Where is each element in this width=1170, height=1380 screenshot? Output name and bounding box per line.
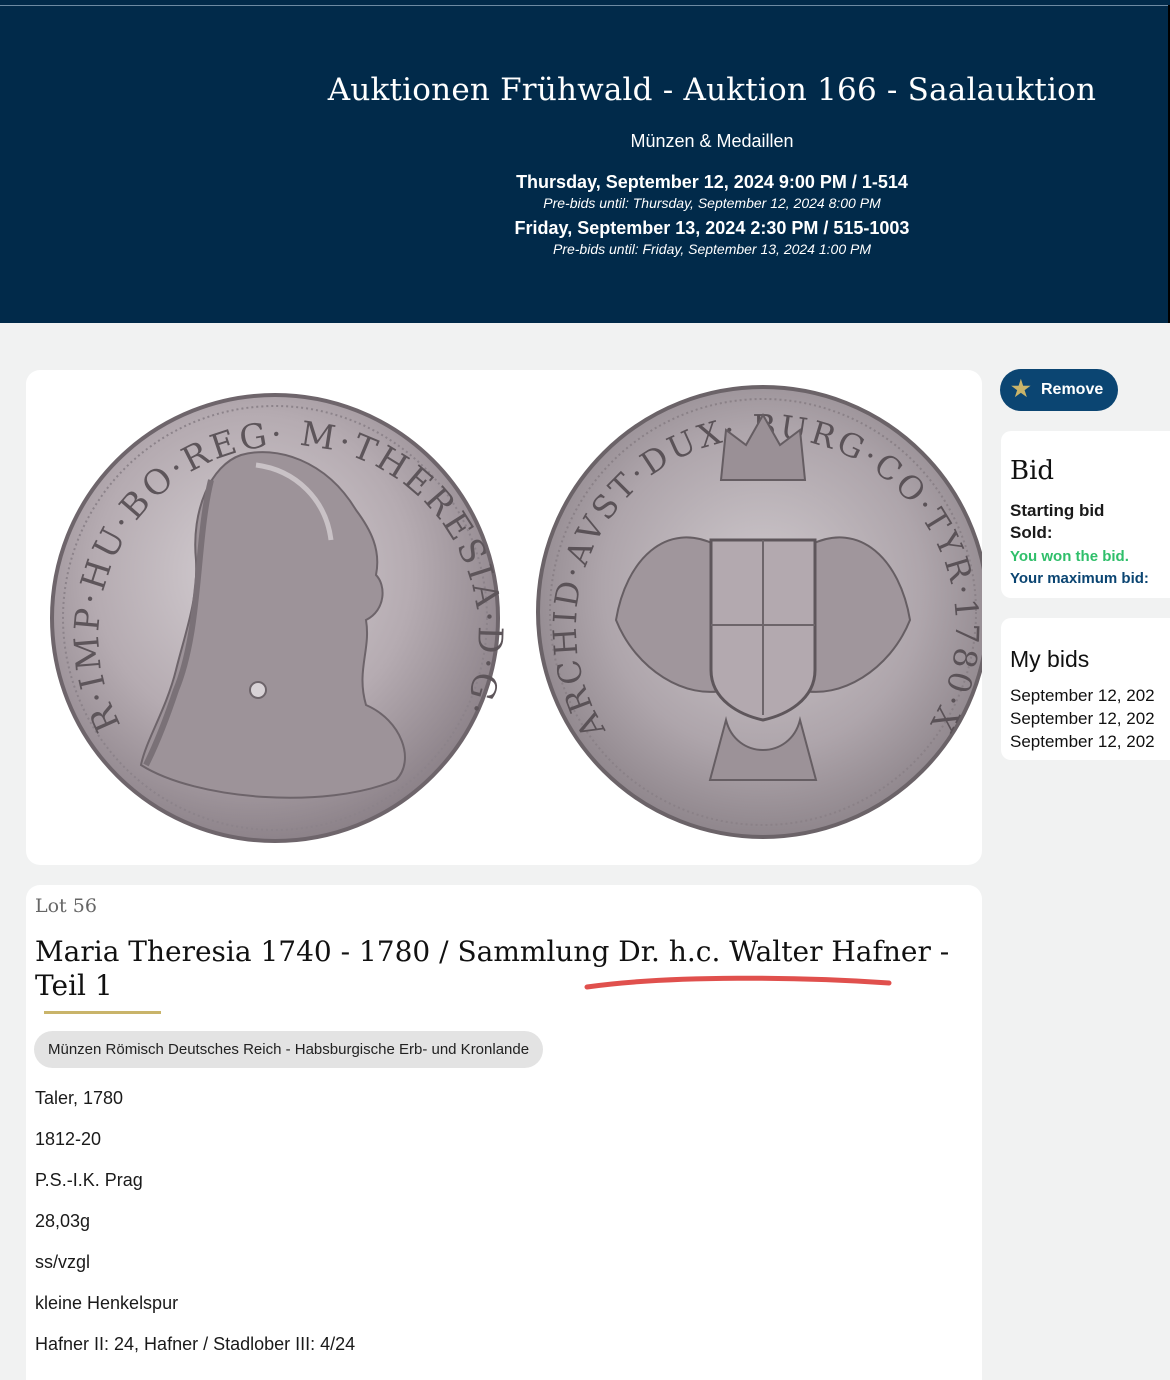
auction-subtitle: Münzen & Medaillen	[630, 131, 794, 151]
category-tag[interactable]: Münzen Römisch Deutsches Reich - Habsbur…	[34, 1031, 544, 1068]
session-1-date: Thursday, September 12, 2024 9:00 PM / 1…	[516, 172, 908, 192]
lot-image-card[interactable]: R·IMP·HU·BO·REG· M·THERESIA·D·G· ARCHID·…	[26, 370, 982, 865]
coin-image[interactable]: R·IMP·HU·BO·REG· M·THERESIA·D·G· ARCHID·…	[26, 370, 982, 865]
session-2-prebids: Pre-bids until: Friday, September 13, 20…	[552, 241, 871, 257]
auction-header: Auktionen Frühwald - Auktion 166 - Saala…	[0, 0, 1170, 323]
title-accent-underline	[44, 1011, 161, 1014]
detail-catalog-number: 1812-20	[35, 1129, 102, 1149]
remove-button-label: Remove	[1041, 381, 1104, 398]
star-icon: ★	[1011, 376, 1031, 401]
detail-reference: Hafner II: 24, Hafner / Stadlober III: 4…	[35, 1334, 356, 1354]
detail-denomination: Taler, 1780	[35, 1088, 124, 1108]
lot-details-card: Lot 56 Maria Theresia 1740 - 1780 / Samm…	[26, 885, 982, 1380]
bid-panel: Bid Starting bid Sold: You won the bid. …	[1001, 431, 1170, 598]
my-bid-entry: September 12, 202	[1010, 686, 1155, 705]
red-underline-annotation	[584, 975, 892, 990]
detail-remark: kleine Henkelspur	[35, 1293, 179, 1313]
max-bid-label: Your maximum bid:	[1010, 570, 1149, 587]
remove-watchlist-button[interactable]: ★ Remove	[1000, 369, 1118, 411]
session-1-prebids: Pre-bids until: Thursday, September 12, …	[543, 195, 881, 211]
my-bids-panel: My bids September 12, 202 September 12, …	[1001, 618, 1170, 760]
detail-grade: ss/vzgl	[35, 1252, 91, 1272]
auction-title: Auktionen Frühwald - Auktion 166 - Saala…	[327, 72, 1097, 108]
my-bids-title: My bids	[1010, 646, 1090, 672]
lot-number: Lot 56	[35, 895, 97, 917]
detail-weight: 28,03g	[35, 1211, 91, 1231]
detail-mint: P.S.-I.K. Prag	[35, 1170, 143, 1190]
my-bid-entry: September 12, 202	[1010, 732, 1155, 751]
session-2-date: Friday, September 13, 2024 2:30 PM / 515…	[514, 218, 910, 238]
coin-obverse: R·IMP·HU·BO·REG· M·THERESIA·D·G·	[50, 393, 507, 843]
bid-panel-title: Bid	[1010, 456, 1055, 486]
my-bid-entry: September 12, 202	[1010, 709, 1155, 728]
won-status: You won the bid.	[1010, 548, 1129, 565]
header-top-border	[0, 5, 1170, 6]
starting-bid-label: Starting bid	[1010, 501, 1105, 520]
lot-description: Taler, 1780 1812-20 P.S.-I.K. Prag 28,03…	[35, 1087, 355, 1374]
sold-label: Sold:	[1010, 523, 1053, 542]
